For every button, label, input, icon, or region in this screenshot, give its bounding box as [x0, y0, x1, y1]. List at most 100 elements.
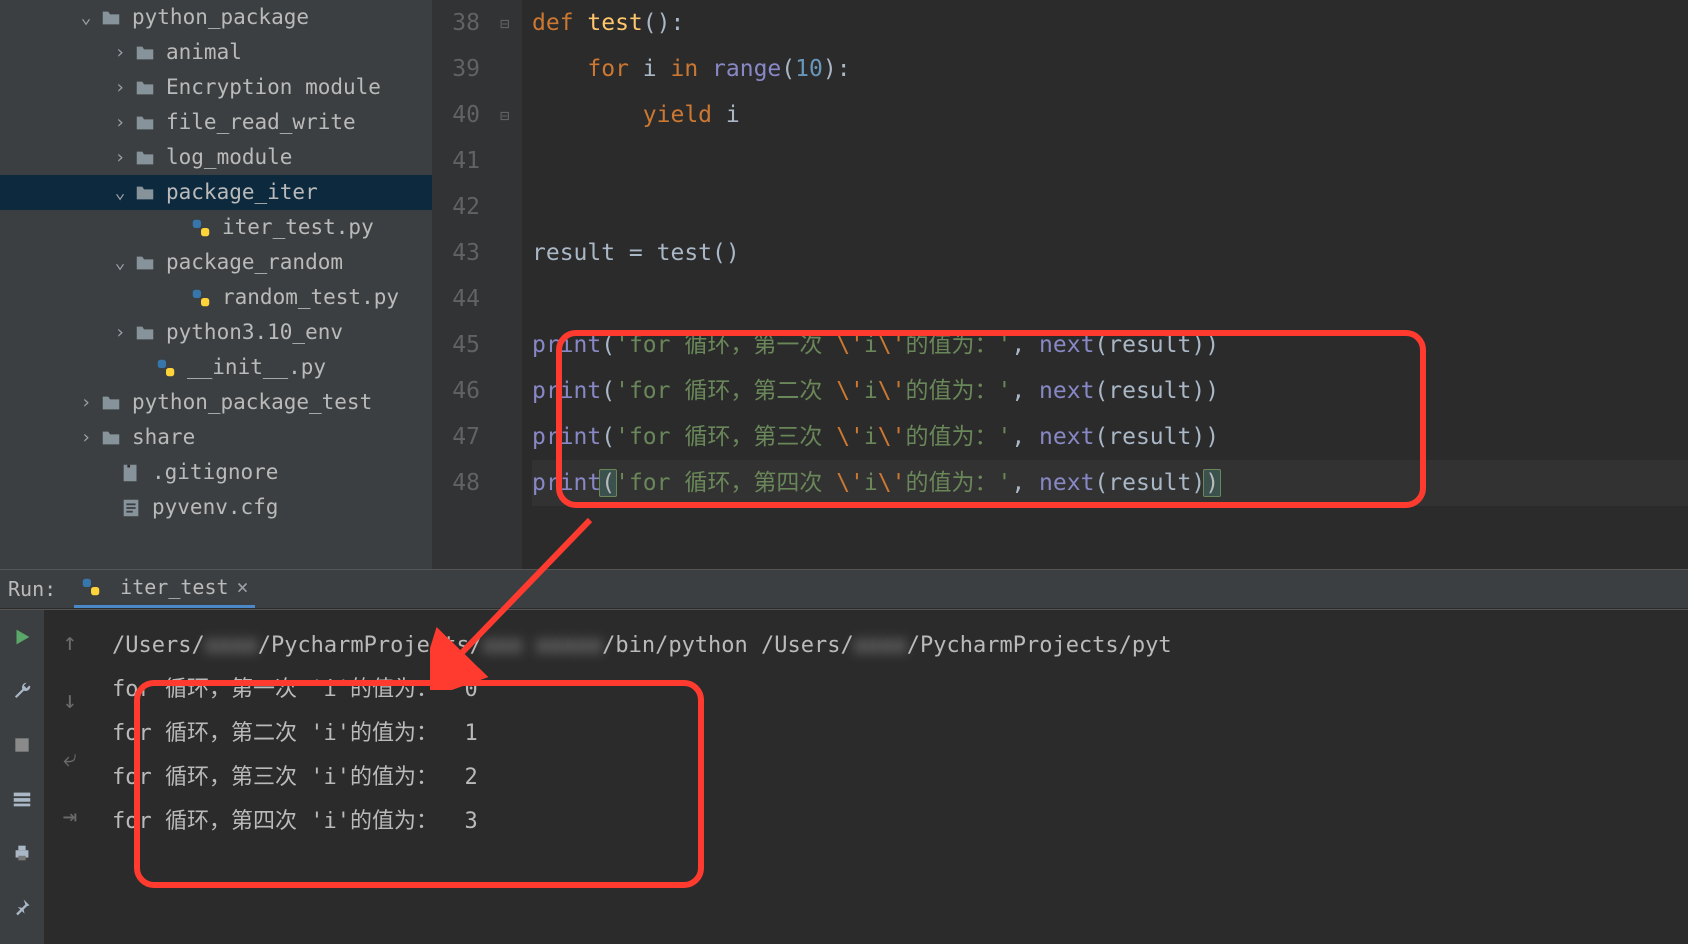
- line-number: 43: [432, 230, 480, 276]
- run-toolwindow-header: Run: iter_test ×: [0, 569, 1688, 609]
- play-icon[interactable]: [9, 624, 35, 650]
- code-line[interactable]: yield i: [532, 92, 1688, 138]
- code-line[interactable]: [532, 184, 1688, 230]
- python-icon: [80, 576, 102, 598]
- chevron-down-icon[interactable]: ⌄: [112, 175, 128, 210]
- layout-icon[interactable]: [9, 786, 35, 812]
- tree-label: python3.10_env: [166, 315, 343, 350]
- run-label: Run:: [8, 577, 56, 601]
- line-number: 42: [432, 184, 480, 230]
- code-line[interactable]: for i in range(10):: [532, 46, 1688, 92]
- tree-label: __init__.py: [187, 350, 326, 385]
- fold-icon[interactable]: ⊟: [500, 14, 510, 33]
- line-number: 40: [432, 92, 480, 138]
- softwrap-icon[interactable]: ⇥: [63, 802, 77, 830]
- close-icon[interactable]: ×: [237, 575, 249, 599]
- console-output-line: for 循环，第一次 'i'的值为： 0: [112, 668, 1688, 712]
- code-line[interactable]: print('for 循环，第四次 \'i\'的值为：', next(resul…: [532, 460, 1688, 506]
- chevron-right-icon[interactable]: ›: [78, 385, 94, 420]
- folder-test-icon: [100, 392, 122, 414]
- tree-label: animal: [166, 35, 242, 70]
- tree-label: share: [132, 420, 195, 455]
- folder-icon: [134, 182, 156, 204]
- line-number: 38: [432, 0, 480, 46]
- code-line[interactable]: result = test(): [532, 230, 1688, 276]
- chevron-right-icon[interactable]: ›: [112, 140, 128, 175]
- code-line[interactable]: [532, 276, 1688, 322]
- folder-icon: [134, 112, 156, 134]
- code-line[interactable]: def test():: [532, 0, 1688, 46]
- py-icon: [190, 217, 212, 239]
- folder-icon: [134, 77, 156, 99]
- tree-label: python_package_test: [132, 385, 372, 420]
- tree-label: python_package: [132, 0, 309, 35]
- ide-window: ⌄python_package›animal›Encryption module…: [0, 0, 1688, 944]
- project-tree[interactable]: ⌄python_package›animal›Encryption module…: [0, 0, 432, 525]
- line-number: 44: [432, 276, 480, 322]
- tree-row[interactable]: › python_package_test: [0, 385, 432, 420]
- console-output-line: for 循环，第三次 'i'的值为： 2: [112, 756, 1688, 800]
- tree-row[interactable]: › share: [0, 420, 432, 455]
- fold-icon[interactable]: ⊟: [500, 106, 510, 125]
- printer-icon[interactable]: [9, 840, 35, 866]
- run-left-toolbar: [0, 610, 44, 944]
- tree-label: log_module: [166, 140, 292, 175]
- tree-row[interactable]: ⌄ python_package: [0, 0, 432, 35]
- tree-label: .gitignore: [152, 455, 278, 490]
- tree-label: package_iter: [166, 175, 318, 210]
- console-output-line: for 循环，第二次 'i'的值为： 1: [112, 712, 1688, 756]
- chevron-down-icon[interactable]: ⌄: [78, 0, 94, 35]
- run-tab-label: iter_test: [120, 575, 228, 599]
- line-number: 47: [432, 414, 480, 460]
- chevron-right-icon[interactable]: ›: [112, 105, 128, 140]
- folder-icon: [100, 427, 122, 449]
- code-line[interactable]: print('for 循环，第二次 \'i\'的值为：', next(resul…: [532, 368, 1688, 414]
- project-tree-panel: ⌄python_package›animal›Encryption module…: [0, 0, 432, 569]
- tree-row[interactable]: ›Encryption module: [0, 70, 432, 105]
- tree-row[interactable]: iter_test.py: [0, 210, 432, 245]
- tree-row[interactable]: pyvenv.cfg: [0, 490, 432, 525]
- py-icon: [155, 357, 177, 379]
- tree-row[interactable]: .gitignore: [0, 455, 432, 490]
- tree-label: random_test.py: [222, 280, 399, 315]
- folder-icon: [134, 322, 156, 344]
- tree-row[interactable]: random_test.py: [0, 280, 432, 315]
- fold-strip: ⊟⊟: [500, 0, 522, 569]
- pin-icon[interactable]: [9, 894, 35, 920]
- tree-row[interactable]: ⌄ package_random: [0, 245, 432, 280]
- chevron-down-icon[interactable]: ⌄: [112, 245, 128, 280]
- code-area[interactable]: def test(): for i in range(10): yield i r…: [522, 0, 1688, 569]
- code-line[interactable]: print('for 循环，第一次 \'i\'的值为：', next(resul…: [532, 322, 1688, 368]
- tree-row[interactable]: ⌄ package_iter: [0, 175, 432, 210]
- console-command-line: /Users/xxxx/PycharmProjects/xxx xxxxx/bi…: [112, 624, 1688, 668]
- chevron-right-icon[interactable]: ›: [78, 420, 94, 455]
- up-arrow-icon[interactable]: ↑: [63, 628, 77, 656]
- wrap-icon[interactable]: ⤶: [63, 744, 76, 772]
- code-line[interactable]: print('for 循环，第三次 \'i\'的值为：', next(resul…: [532, 414, 1688, 460]
- tree-row[interactable]: › log_module: [0, 140, 432, 175]
- tree-label: iter_test.py: [222, 210, 374, 245]
- wrench-icon[interactable]: [9, 678, 35, 704]
- tree-row[interactable]: ›file_read_write: [0, 105, 432, 140]
- chevron-right-icon[interactable]: ›: [112, 35, 128, 70]
- line-number: 39: [432, 46, 480, 92]
- tree-row[interactable]: › animal: [0, 35, 432, 70]
- console-output-line: for 循环，第四次 'i'的值为： 3: [112, 800, 1688, 844]
- tree-label: package_random: [166, 245, 343, 280]
- stop-icon[interactable]: [9, 732, 35, 758]
- line-number: 45: [432, 322, 480, 368]
- gitignore-icon: [120, 462, 142, 484]
- down-arrow-icon[interactable]: ↓: [63, 686, 77, 714]
- console-output[interactable]: /Users/xxxx/PycharmProjects/xxx xxxxx/bi…: [96, 610, 1688, 944]
- folder-icon: [134, 147, 156, 169]
- run-tab[interactable]: iter_test ×: [74, 570, 254, 608]
- chevron-right-icon[interactable]: ›: [112, 70, 128, 105]
- line-number: 48: [432, 460, 480, 506]
- folder-icon: [134, 252, 156, 274]
- tree-row[interactable]: › python3.10_env: [0, 315, 432, 350]
- tree-row[interactable]: __init__.py: [0, 350, 432, 385]
- folder-icon: [100, 7, 122, 29]
- code-line[interactable]: [532, 138, 1688, 184]
- run-mid-toolbar: ↑ ↓ ⤶ ⇥: [44, 610, 96, 944]
- chevron-right-icon[interactable]: ›: [112, 315, 128, 350]
